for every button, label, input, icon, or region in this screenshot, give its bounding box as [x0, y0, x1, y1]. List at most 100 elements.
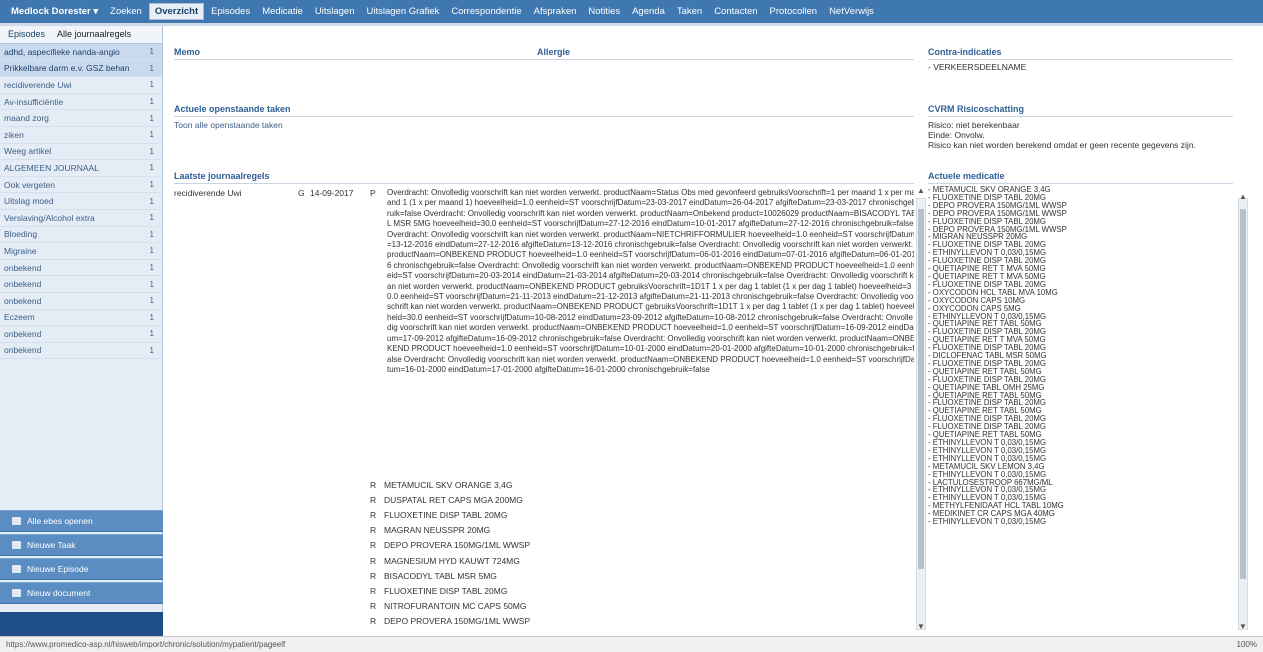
episode-item[interactable]: onbekend 1	[0, 260, 162, 277]
open-all-button[interactable]: Alle ebes openen	[0, 510, 163, 532]
episode-item[interactable]: Weeg artikel 1	[0, 144, 162, 161]
prescription-text: MAGNESIUM HYD KAUWT 724MG	[384, 555, 520, 566]
menu-item[interactable]: Medlock Dorester ▾	[6, 4, 103, 19]
medication-scroll-down-icon[interactable]: ▼	[1238, 622, 1248, 631]
status-bar: https://www.promedico-asp.nl/hisweb/impo…	[0, 636, 1263, 652]
episode-label: adhd, aspecifieke nanda-angio	[4, 46, 120, 57]
menu-item[interactable]: Episodes	[206, 4, 255, 19]
episode-label: Prikkelbare darm e.v. GSZ behan	[4, 63, 130, 74]
prescription-code: R	[370, 479, 377, 490]
cvrm-divider	[928, 116, 1233, 117]
episode-item[interactable]: onbekend 1	[0, 343, 162, 360]
prescription-row[interactable]: R NITROFURANTOIN MC CAPS 50MG	[370, 599, 530, 614]
prescription-code: R	[370, 540, 377, 551]
prescription-row[interactable]: R METAMUCIL SKV ORANGE 3,4G	[370, 477, 530, 492]
episode-count: 1	[149, 180, 154, 190]
prescription-row[interactable]: R BISACODYL TABL MSR 5MG	[370, 568, 530, 583]
journal-scroll-down-icon[interactable]: ▼	[916, 622, 926, 631]
episode-label: onbekend	[4, 262, 42, 273]
episode-item[interactable]: maand zorg 1	[0, 110, 162, 127]
prescription-row[interactable]: R FLUOXETINE DISP TABL 20MG	[370, 583, 530, 598]
journal-episode[interactable]: recidiverende Uwi	[174, 188, 242, 198]
episode-label: Bloeding	[4, 229, 38, 240]
prescription-code: R	[370, 509, 377, 520]
menu-item[interactable]: Taken	[672, 4, 707, 19]
episode-item[interactable]: Uitslag moed 1	[0, 193, 162, 210]
sidebar: Episodes Alle journaalregels adhd, aspec…	[0, 26, 163, 636]
episode-item[interactable]: Ook vergeten 1	[0, 177, 162, 194]
cvrm-end: Einde: Onvolw.	[928, 130, 985, 140]
prescription-row[interactable]: R DEPO PROVERA 150MG/1ML WWSP	[370, 538, 530, 553]
prescription-code: R	[370, 570, 377, 581]
task-icon	[12, 541, 21, 549]
episode-item[interactable]: Bloeding 1	[0, 227, 162, 244]
medication-scroll-thumb[interactable]	[1240, 209, 1246, 579]
episode-label: ziken	[4, 129, 24, 140]
prescription-text: DUSPATAL RET CAPS MGA 200MG	[384, 494, 523, 505]
episode-item[interactable]: onbekend 1	[0, 276, 162, 293]
menu-item[interactable]: Agenda	[627, 4, 670, 19]
medication-scrollbar[interactable]	[1238, 198, 1248, 630]
menu-item[interactable]: Notities	[583, 4, 625, 19]
episode-count: 1	[149, 80, 154, 90]
prescription-row[interactable]: RMONURIL GRAN 3G/8G SACHET	[370, 629, 530, 633]
episode-item[interactable]: onbekend 1	[0, 293, 162, 310]
menu-item[interactable]: NetVerwijs	[824, 4, 879, 19]
episode-item[interactable]: Av-insufficiëntie 1	[0, 94, 162, 111]
open-all-label: Alle ebes openen	[27, 516, 93, 526]
menu-item[interactable]: Contacten	[709, 4, 762, 19]
medication-item[interactable]: - ETHINYLLEVON T 0,03/0,15MG	[928, 518, 1233, 526]
menu-item[interactable]: Zoeken	[105, 4, 147, 19]
menu-item[interactable]: Overzicht	[148, 3, 205, 20]
tab-episodes[interactable]: Episodes	[0, 26, 49, 43]
episode-item[interactable]: ALGEMEEN JOURNAAL 1	[0, 160, 162, 177]
new-task-button[interactable]: Nieuwe Taak	[0, 534, 163, 556]
episode-item[interactable]: Verslaving/Alcohol extra 1	[0, 210, 162, 227]
menu-item[interactable]: Protocollen	[765, 4, 823, 19]
show-all-tasks-link[interactable]: Toon alle openstaande taken	[174, 120, 283, 130]
prescription-code: R	[370, 616, 377, 627]
medication-scroll-up-icon[interactable]: ▲	[1238, 192, 1248, 201]
journal-scroll-up-icon[interactable]: ▲	[916, 186, 926, 195]
new-document-button[interactable]: Nieuw document	[0, 582, 163, 604]
sidebar-actions: Alle ebes openen Nieuwe Taak Nieuwe Epis…	[0, 508, 163, 606]
menu-item[interactable]: Afspraken	[529, 4, 582, 19]
episode-count: 1	[149, 229, 154, 239]
episode-count: 1	[149, 263, 154, 273]
prescription-row[interactable]: R MAGRAN NEUSSPR 20MG	[370, 523, 530, 538]
tab-all-journal-lines[interactable]: Alle journaalregels	[49, 26, 135, 43]
journal-scroll-thumb[interactable]	[918, 209, 924, 569]
new-episode-button[interactable]: Nieuwe Episode	[0, 558, 163, 580]
episode-label: Weeg artikel	[4, 146, 52, 157]
episode-item[interactable]: Prikkelbare darm e.v. GSZ behan 1	[0, 60, 162, 78]
episode-item[interactable]: onbekend 1	[0, 326, 162, 343]
episode-icon	[12, 565, 21, 573]
episode-item[interactable]: Migraine 1	[0, 243, 162, 260]
contra-indication-value: - VERKEERSDEELNAME	[928, 62, 1027, 72]
zoom-level[interactable]: 100%	[1237, 640, 1257, 649]
document-icon	[12, 589, 21, 597]
episode-label: onbekend	[4, 345, 42, 356]
menu-item[interactable]: Medicatie	[257, 4, 308, 19]
prescription-row[interactable]: R FLUOXETINE DISP TABL 20MG	[370, 507, 530, 522]
menu-item[interactable]: Uitslagen Grafiek	[362, 4, 445, 19]
prescription-row[interactable]: R DUSPATAL RET CAPS MGA 200MG	[370, 492, 530, 507]
prescription-text: FLUOXETINE DISP TABL 20MG	[384, 585, 508, 596]
episode-label: onbekend	[4, 328, 42, 339]
new-document-label: Nieuw document	[27, 588, 91, 598]
episode-count: 1	[149, 296, 154, 306]
episode-item[interactable]: recidiverende Uwi 1	[0, 77, 162, 94]
episode-item[interactable]: adhd, aspecifieke nanda-angio 1	[0, 44, 162, 61]
contra-divider	[928, 59, 1233, 60]
episode-item[interactable]: ziken 1	[0, 127, 162, 144]
episode-count: 1	[149, 213, 154, 223]
episode-label: onbekend	[4, 279, 42, 290]
episode-item[interactable]: Eczeem 1	[0, 310, 162, 327]
journal-scrollbar[interactable]	[916, 198, 926, 630]
allergy-header: Allergie	[537, 47, 571, 57]
memo-header: Memo	[174, 47, 201, 57]
menu-item[interactable]: Uitslagen	[310, 4, 360, 19]
prescription-row[interactable]: R MAGNESIUM HYD KAUWT 724MG	[370, 553, 530, 568]
prescription-row[interactable]: R DEPO PROVERA 150MG/1ML WWSP	[370, 614, 530, 629]
menu-item[interactable]: Correspondentie	[446, 4, 526, 19]
